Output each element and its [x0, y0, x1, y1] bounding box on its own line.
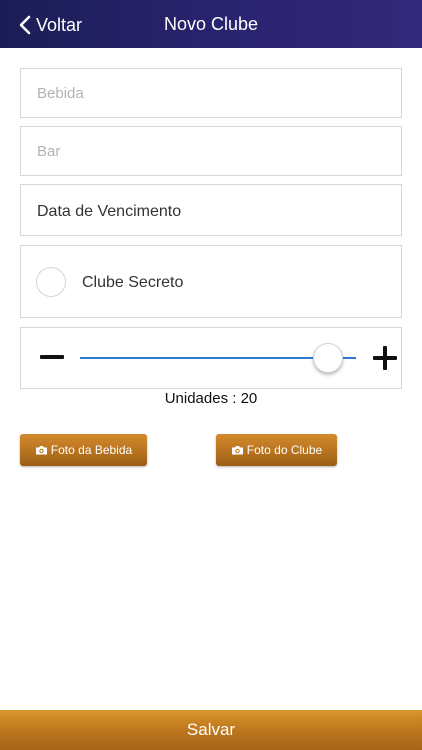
bebida-input[interactable]	[21, 69, 401, 117]
secreto-row: Clube Secreto	[20, 245, 402, 318]
nav-bar: Voltar Novo Clube	[0, 0, 422, 48]
foto-bebida-button[interactable]: Foto da Bebida	[20, 434, 147, 466]
page-title: Novo Clube	[163, 14, 259, 34]
bar-field-container	[20, 126, 402, 176]
slider-thumb[interactable]	[313, 343, 344, 373]
save-label: Salvar	[186, 720, 236, 739]
save-button[interactable]: Salvar	[0, 710, 422, 750]
date-field[interactable]: Data de Vencimento	[20, 184, 402, 236]
bebida-field-container	[20, 68, 402, 118]
foto-clube-label: Foto do Clube	[246, 443, 323, 457]
bar-input[interactable]	[21, 127, 401, 175]
date-label: Data de Vencimento	[37, 203, 182, 220]
units-slider-row	[20, 327, 402, 389]
secreto-label: Clube Secreto	[82, 274, 184, 291]
secreto-radio[interactable]	[36, 267, 66, 297]
foto-bebida-label: Foto da Bebida	[50, 443, 133, 457]
foto-clube-button[interactable]: Foto do Clube	[216, 434, 337, 466]
units-label: Unidades : 20	[164, 390, 258, 407]
camera-icon	[35, 446, 47, 455]
minus-icon[interactable]	[40, 355, 64, 359]
plus-icon[interactable]	[373, 346, 397, 370]
camera-icon	[231, 446, 243, 455]
